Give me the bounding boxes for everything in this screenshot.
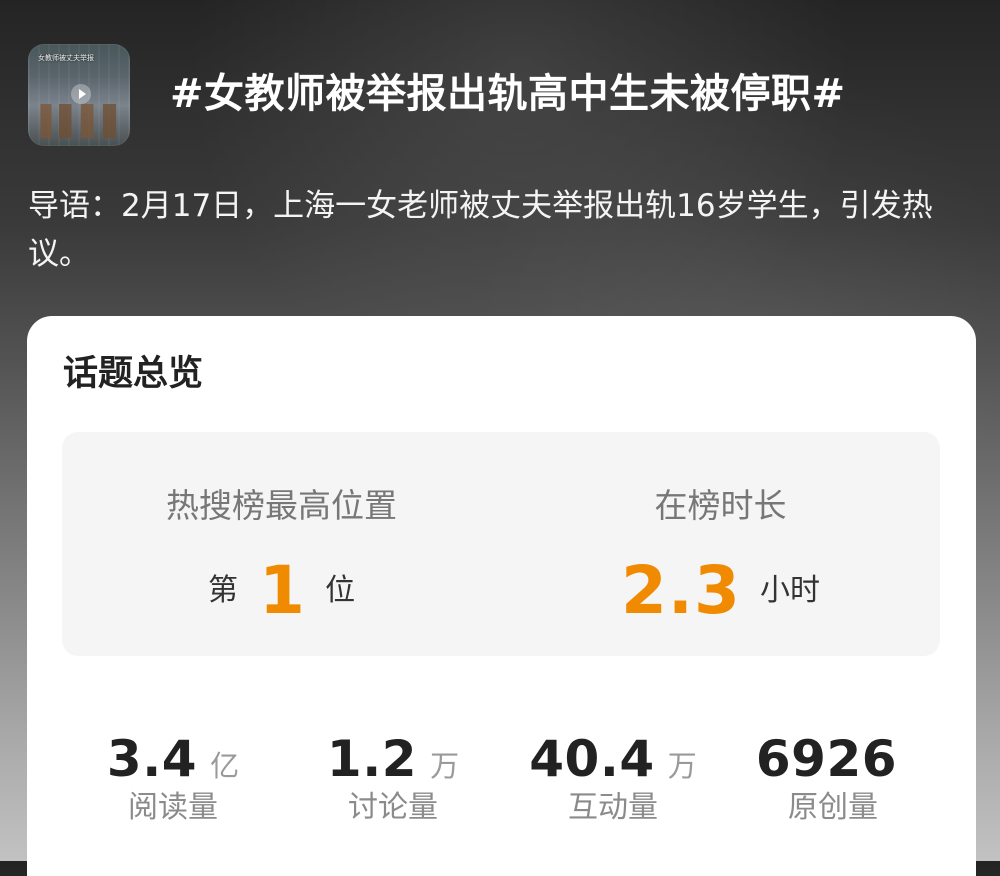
duration-metric: 在榜时长 2.3 小时 [501, 432, 940, 656]
rank-prefix: 第 [207, 573, 238, 608]
rank-label: 热搜榜最高位置 [166, 486, 397, 525]
read-count-label: 阅读量 [128, 790, 218, 825]
topic-header: 女教师被丈夫举报 #女教师被举报出轨高中生未被停职# [28, 44, 978, 148]
duration-value: 2.3 [620, 552, 741, 629]
overview-title: 话题总览 [63, 354, 204, 394]
highlight-metrics-panel: 热搜榜最高位置 第 1 位 在榜时长 2.3 小时 [62, 432, 940, 656]
interaction-count-value: 40.4 [529, 730, 655, 788]
overview-stats: 3.4 亿 阅读量 1.2 万 讨论量 40.4 万 互动量 6926 原创量 [27, 730, 976, 840]
thumbnail-classroom [33, 104, 125, 138]
duration-value-row: 2.3 小时 [501, 558, 940, 624]
original-count-label: 原创量 [788, 790, 878, 825]
duration-suffix: 小时 [760, 573, 820, 608]
topic-thumbnail[interactable]: 女教师被丈夫举报 [28, 44, 130, 146]
discussion-count-unit: 万 [430, 749, 460, 783]
discussion-count-top: 1.2 万 [283, 730, 503, 788]
topic-intro: 导语：2月17日，上海一女老师被丈夫举报出轨16岁学生，引发热议。 [28, 188, 933, 272]
original-count-value: 6926 [755, 730, 898, 788]
topic-overview-card: 话题总览 热搜榜最高位置 第 1 位 在榜时长 2.3 小时 3.4 亿 阅读量 [27, 316, 976, 876]
play-icon [71, 84, 91, 104]
discussion-count-stat: 1.2 万 讨论量 [283, 730, 503, 840]
interaction-count-unit: 万 [667, 749, 697, 783]
read-count-unit: 亿 [210, 749, 240, 783]
interaction-count-label: 互动量 [568, 790, 658, 825]
original-count-stat: 6926 原创量 [723, 730, 943, 840]
rank-value-row: 第 1 位 [62, 558, 501, 624]
read-count-value: 3.4 [106, 730, 197, 788]
interaction-count-top: 40.4 万 [503, 730, 723, 788]
thumbnail-caption: 女教师被丈夫举报 [38, 54, 94, 62]
rank-metric: 热搜榜最高位置 第 1 位 [62, 432, 501, 656]
interaction-count-stat: 40.4 万 互动量 [503, 730, 723, 840]
read-count-stat: 3.4 亿 阅读量 [63, 730, 283, 840]
rank-suffix: 位 [325, 573, 356, 608]
read-count-top: 3.4 亿 [63, 730, 283, 788]
discussion-count-label: 讨论量 [348, 790, 438, 825]
duration-label: 在榜时长 [654, 486, 787, 525]
rank-value: 1 [259, 552, 306, 629]
discussion-count-value: 1.2 [326, 730, 417, 788]
topic-title: #女教师被举报出轨高中生未被停职# [170, 71, 846, 117]
original-count-top: 6926 [723, 730, 943, 788]
